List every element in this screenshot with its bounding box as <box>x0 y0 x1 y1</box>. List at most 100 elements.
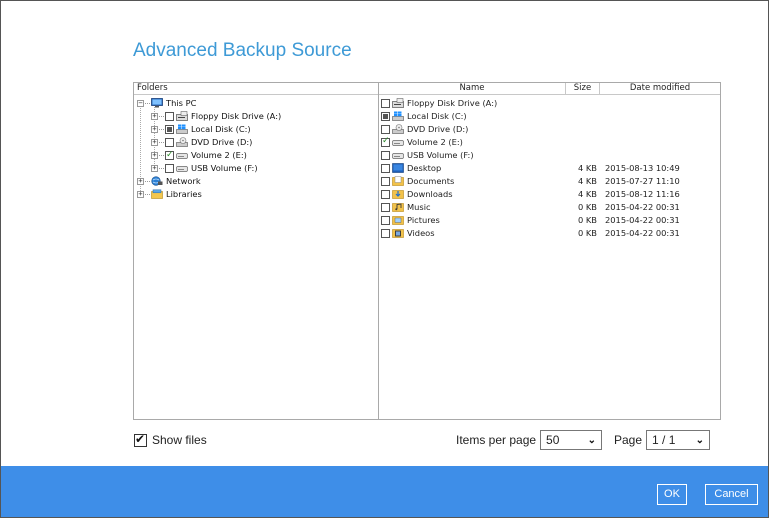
file-row[interactable]: USB Volume (F:) <box>381 149 719 161</box>
tree-node-label: Libraries <box>166 189 202 199</box>
tree-checkbox[interactable] <box>165 149 174 161</box>
expand-icon[interactable]: + <box>151 112 158 120</box>
file-row[interactable]: DVD Drive (D:) <box>381 123 719 135</box>
row-checkbox[interactable] <box>381 163 390 173</box>
drive-icon <box>392 153 404 159</box>
drive-icon <box>392 140 404 146</box>
row-checkbox[interactable] <box>381 124 390 134</box>
row-checkbox[interactable] <box>381 228 390 238</box>
file-name: Local Disk (C:) <box>407 111 467 121</box>
file-size: 4 KB <box>577 163 597 173</box>
expand-icon[interactable]: + <box>137 177 144 185</box>
tree-node-network[interactable]: + Network <box>137 175 201 187</box>
tree-connector <box>159 115 164 117</box>
file-date: 2015-08-13 10:49 <box>605 163 680 173</box>
row-checkbox[interactable] <box>381 111 390 121</box>
drive-icon <box>176 153 188 159</box>
dvd-drive-icon <box>392 124 404 134</box>
tree-node-this-pc[interactable]: − This PC <box>137 97 196 109</box>
tree-connector <box>145 193 150 195</box>
file-size: 0 KB <box>577 215 597 225</box>
row-checkbox[interactable] <box>381 215 390 225</box>
show-files-checkbox[interactable] <box>134 432 147 447</box>
expand-icon[interactable]: + <box>137 190 144 198</box>
tree-node-libraries[interactable]: + Libraries <box>137 188 202 200</box>
column-header-name[interactable]: Name <box>379 83 565 95</box>
file-row[interactable]: Local Disk (C:) <box>381 110 719 122</box>
tree-node-usb-f[interactable]: + USB Volume (F:) <box>151 162 258 174</box>
cancel-button[interactable]: Cancel <box>705 484 758 505</box>
file-row[interactable]: Downloads 4 KB 2015-08-12 11:16 <box>381 188 719 200</box>
folders-pane: Folders − This PC + Floppy Disk Drive (A… <box>134 83 379 419</box>
tree-node-dvd-d[interactable]: + DVD Drive (D:) <box>151 136 252 148</box>
row-checkbox[interactable] <box>381 176 390 186</box>
show-files-toggle[interactable]: Show files <box>134 430 207 450</box>
row-checkbox[interactable] <box>381 189 390 199</box>
collapse-icon[interactable]: − <box>137 99 144 107</box>
tree-checkbox[interactable] <box>165 163 174 173</box>
items-per-page-control: Items per page 50 ⌄ <box>456 430 603 450</box>
expand-icon[interactable]: + <box>151 125 158 133</box>
items-per-page-select[interactable]: 50 ⌄ <box>540 430 603 450</box>
file-row[interactable]: Pictures 0 KB 2015-04-22 00:31 <box>381 214 719 226</box>
column-header-date-modified[interactable]: Date modified <box>599 83 720 95</box>
network-icon <box>151 176 163 186</box>
page-select[interactable]: 1 / 1 ⌄ <box>646 430 711 450</box>
row-checkbox[interactable] <box>381 98 390 108</box>
row-checkbox[interactable] <box>381 136 390 147</box>
file-row[interactable]: Floppy Disk Drive (A:) <box>381 97 719 109</box>
show-files-label: Show files <box>152 433 207 447</box>
file-row[interactable]: Volume 2 (E:) <box>381 136 719 148</box>
file-date: 2015-04-22 00:31 <box>605 228 680 238</box>
tree-node-volume-e[interactable]: + Volume 2 (E:) <box>151 149 247 161</box>
tree-checkbox[interactable] <box>165 137 174 147</box>
chevron-down-icon: ⌄ <box>587 434 597 446</box>
tree-checkbox[interactable] <box>165 111 174 121</box>
desktop-folder-icon <box>392 163 404 173</box>
file-size: 4 KB <box>577 189 597 199</box>
file-name: Downloads <box>407 189 453 199</box>
column-header-size[interactable]: Size <box>565 83 599 95</box>
windows-disk-icon <box>392 111 404 121</box>
file-row[interactable]: Desktop 4 KB 2015-08-13 10:49 <box>381 162 719 174</box>
file-date: 2015-07-27 11:10 <box>605 176 680 186</box>
music-folder-icon <box>392 203 404 212</box>
items-per-page-value: 50 <box>546 433 560 447</box>
folders-header: Folders <box>134 83 378 95</box>
tree-connector <box>159 128 164 130</box>
tree-node-local-disk-c[interactable]: + Local Disk (C:) <box>151 123 251 135</box>
windows-disk-icon <box>176 124 188 134</box>
source-browser-panel: Folders − This PC + Floppy Disk Drive (A… <box>133 82 721 420</box>
row-checkbox[interactable] <box>381 150 390 160</box>
expand-icon[interactable]: + <box>151 151 158 159</box>
tree-connector <box>159 167 164 169</box>
file-row[interactable]: Documents 4 KB 2015-07-27 11:10 <box>381 175 719 187</box>
ok-button[interactable]: OK <box>657 484 687 505</box>
files-header: Name Size Date modified <box>379 83 720 95</box>
page-label: Page <box>614 433 643 447</box>
row-checkbox[interactable] <box>381 202 390 212</box>
videos-folder-icon <box>392 229 404 238</box>
file-row[interactable]: Videos 0 KB 2015-04-22 00:31 <box>381 227 719 239</box>
tree-connector <box>145 102 150 104</box>
expand-icon[interactable]: + <box>151 164 158 172</box>
file-name: USB Volume (F:) <box>407 150 474 160</box>
file-size: 0 KB <box>577 228 597 238</box>
file-name: Desktop <box>407 163 442 173</box>
expand-icon[interactable]: + <box>151 138 158 146</box>
dialog-footer <box>1 466 768 517</box>
tree-node-label: DVD Drive (D:) <box>191 137 253 147</box>
libraries-icon <box>151 189 163 199</box>
file-name: Floppy Disk Drive (A:) <box>407 98 498 108</box>
file-row[interactable]: Music 0 KB 2015-04-22 00:31 <box>381 201 719 213</box>
tree-checkbox[interactable] <box>165 124 174 134</box>
tree-node-floppy[interactable]: + Floppy Disk Drive (A:) <box>151 110 281 122</box>
file-date: 2015-04-22 00:31 <box>605 202 680 212</box>
file-name: Pictures <box>407 215 440 225</box>
file-size: 0 KB <box>577 202 597 212</box>
tree-node-label: This PC <box>166 98 197 108</box>
files-pane: Name Size Date modified Floppy Disk Driv… <box>379 83 720 419</box>
documents-folder-icon <box>392 176 404 186</box>
file-date: 2015-04-22 00:31 <box>605 215 680 225</box>
computer-icon <box>151 98 163 108</box>
